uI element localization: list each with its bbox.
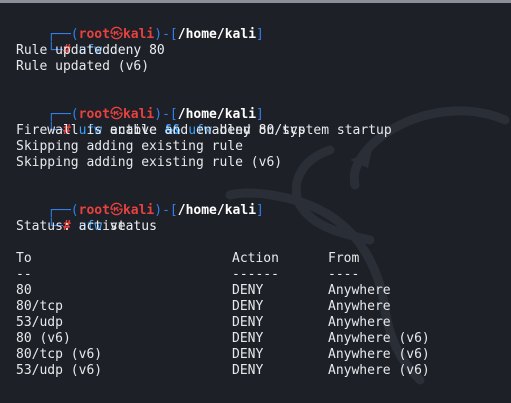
command-line-1: └─# ufw deny 80 — [16, 27, 164, 58]
table-cell-from: Anywhere — [328, 315, 391, 330]
table-cell-from: Anywhere — [328, 299, 391, 314]
table-cell-action: DENY — [232, 363, 264, 378]
table-header-action: Action — [232, 251, 279, 266]
command-line-3: └─# ufw status — [16, 203, 157, 234]
table-cell-to: 80/tcp — [16, 299, 63, 314]
prompt-path: /home/kali — [177, 203, 257, 218]
table-cell-to: 53/udp (v6) — [16, 363, 103, 378]
table-cell-to: 80/tcp (v6) — [16, 347, 103, 362]
table-cell-from: Anywhere (v6) — [328, 331, 430, 346]
command-args: deny 80 — [102, 43, 165, 58]
table-cell-from: Anywhere (v6) — [328, 347, 430, 362]
output-line: Skipping adding existing rule (v6) — [16, 155, 283, 170]
table-cell-action: DENY — [232, 347, 264, 362]
table-cell-from: Anywhere — [328, 283, 391, 298]
table-cell-to: 80 (v6) — [16, 331, 71, 346]
prompt-line-1: ┌──(root㉿kali)-[/home/kali] — [16, 11, 264, 42]
prompt-close: ] — [256, 27, 264, 42]
table-header-from: From — [328, 251, 360, 266]
table-underline-action: ------ — [232, 267, 279, 282]
prompt-path: /home/kali — [177, 27, 257, 42]
table-underline-from: ---- — [328, 267, 360, 282]
output-line: Skipping adding existing rule — [16, 139, 243, 154]
prompt-line-3: ┌──(root㉿kali)-[/home/kali] — [16, 187, 264, 218]
prompt-sep: )-[ — [154, 203, 178, 218]
table-header-to: To — [16, 251, 32, 266]
output-line: Status: active — [16, 219, 126, 234]
window-top-border — [0, 0, 511, 3]
table-cell-action: DENY — [232, 283, 264, 298]
table-cell-action: DENY — [232, 331, 264, 346]
command-line-2: └─# ufw enable && ufw deny 80/tcp — [16, 107, 305, 138]
prompt-close: ] — [256, 203, 264, 218]
output-line: Rule updated — [16, 43, 110, 58]
terminal-window[interactable]: ┌──(root㉿kali)-[/home/kali] └─# ufw deny… — [0, 0, 511, 403]
prompt-line-2: ┌──(root㉿kali)-[/home/kali] — [16, 91, 264, 122]
output-line: Rule updated (v6) — [16, 59, 150, 74]
table-cell-action: DENY — [232, 299, 264, 314]
output-line: Firewall is active and enabled on system… — [16, 123, 392, 138]
table-underline-to: -- — [16, 267, 32, 282]
table-cell-to: 53/udp — [16, 315, 63, 330]
table-cell-to: 80 — [16, 283, 32, 298]
table-cell-from: Anywhere (v6) — [328, 363, 430, 378]
table-cell-action: DENY — [232, 315, 264, 330]
